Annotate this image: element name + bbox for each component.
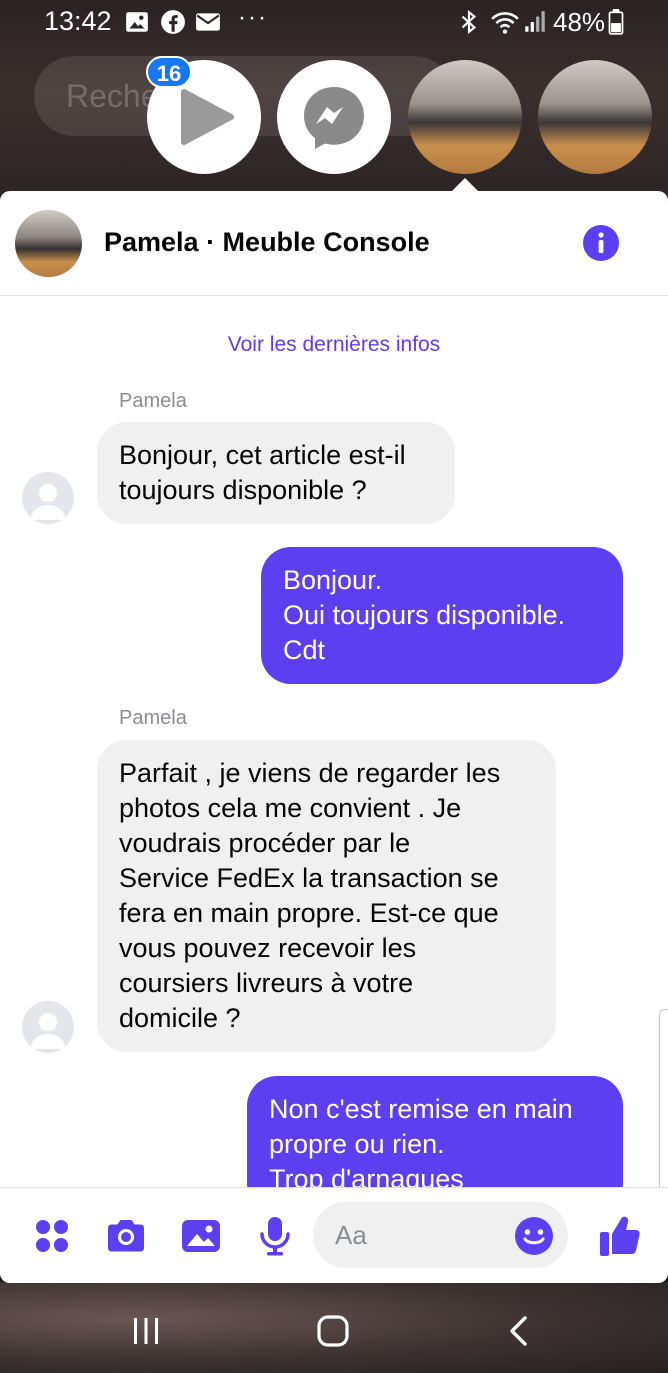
- incoming-message[interactable]: Parfait , je viens de regarder les photo…: [97, 740, 556, 1052]
- background-search-placeholder: Reche: [66, 78, 159, 114]
- thumbs-up-icon[interactable]: [598, 1212, 642, 1258]
- status-bar: 13:42 ··· 48%: [0, 0, 668, 46]
- see-latest-link[interactable]: Voir les dernières infos: [0, 333, 668, 357]
- messenger-chat-head[interactable]: [277, 60, 391, 174]
- chat-head-conversation[interactable]: [538, 60, 652, 174]
- outgoing-message[interactable]: Non c'est remise en main propre ou rien.…: [247, 1076, 623, 1187]
- message-list[interactable]: Voir les dernières infos Pamela Bonjour,…: [0, 297, 668, 1187]
- battery-icon: [608, 9, 624, 35]
- composer-bar: [0, 1187, 668, 1283]
- chat-window: Pamela · Meuble Console Voir les dernièr…: [0, 191, 668, 1283]
- listing-avatar[interactable]: [15, 210, 82, 277]
- unread-badge: 16: [146, 56, 192, 88]
- person-placeholder-icon: [30, 484, 66, 520]
- gallery-icon[interactable]: [179, 1214, 223, 1258]
- active-head-pointer: [451, 178, 479, 192]
- signal-icon: [525, 11, 545, 32]
- outgoing-message[interactable]: Bonjour. Oui toujours disponible. Cdt: [261, 547, 623, 684]
- person-placeholder-icon: [30, 1013, 66, 1049]
- mail-icon: [196, 13, 220, 31]
- info-icon[interactable]: [583, 225, 619, 261]
- recent-apps-icon[interactable]: [126, 1311, 166, 1351]
- avatar[interactable]: [22, 472, 74, 524]
- incoming-message[interactable]: Bonjour, cet article est-il toujours dis…: [97, 422, 455, 524]
- back-icon[interactable]: [500, 1311, 540, 1351]
- navigation-bar: [0, 1283, 668, 1373]
- avatar[interactable]: [22, 1001, 74, 1053]
- status-time: 13:42: [44, 6, 112, 36]
- wifi-icon: [491, 12, 519, 34]
- home-icon[interactable]: [313, 1311, 353, 1351]
- conversation-title[interactable]: Pamela · Meuble Console: [104, 227, 430, 258]
- status-more: ···: [238, 4, 268, 31]
- message-sender: Pamela: [119, 707, 187, 729]
- chat-head-conversation-active[interactable]: [408, 60, 522, 174]
- camera-icon[interactable]: [104, 1214, 148, 1258]
- apps-icon[interactable]: [30, 1214, 74, 1258]
- bluetooth-icon: [461, 9, 477, 35]
- scrollbar[interactable]: [659, 1009, 668, 1187]
- chat-header: Pamela · Meuble Console: [0, 191, 668, 296]
- emoji-icon[interactable]: [514, 1216, 554, 1256]
- image-icon: [126, 12, 148, 32]
- microphone-icon[interactable]: [253, 1214, 297, 1258]
- facebook-icon: [161, 10, 185, 34]
- battery-percentage: 48%: [553, 7, 606, 37]
- message-sender: Pamela: [119, 390, 187, 412]
- messenger-icon: [304, 87, 364, 149]
